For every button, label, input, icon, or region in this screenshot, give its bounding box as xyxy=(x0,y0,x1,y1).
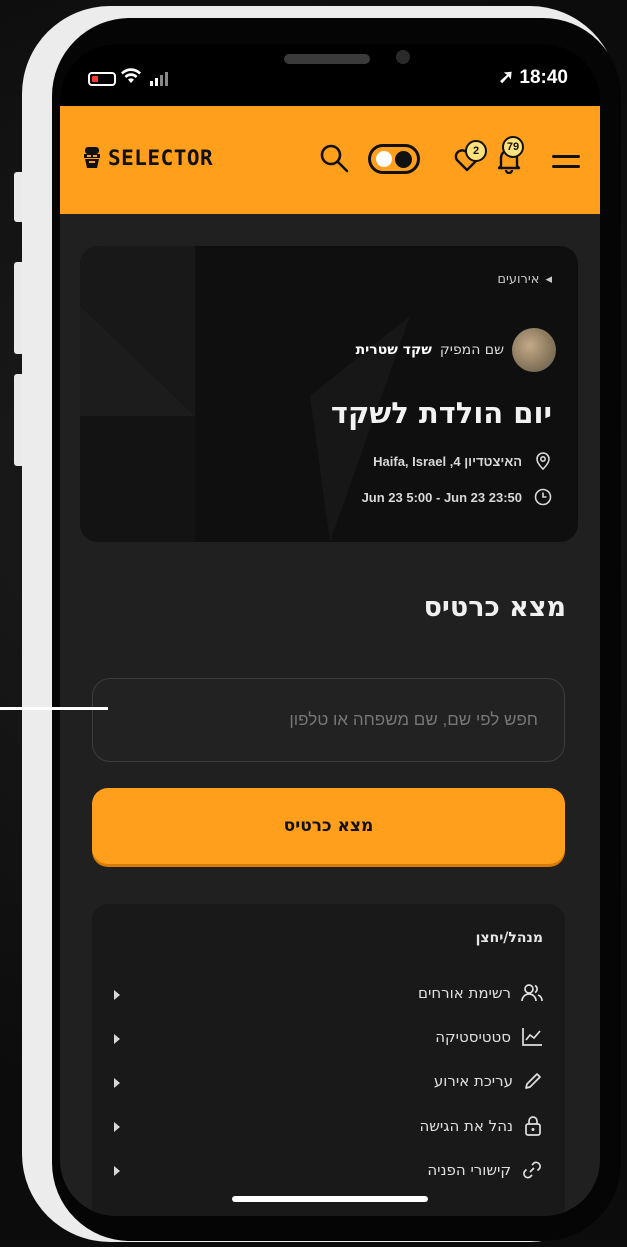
event-time-text: Jun 23 5:00 - Jun 23 23:50 xyxy=(361,489,522,505)
favorites-badge: 2 xyxy=(465,140,487,162)
toggle-knob xyxy=(395,151,412,168)
admin-item-label: רשימת אורחים xyxy=(418,984,511,1002)
notifications-badge: 79 xyxy=(502,136,524,158)
pencil-icon xyxy=(525,1073,541,1089)
avatar xyxy=(512,328,556,372)
logo-icon xyxy=(84,147,100,168)
find-ticket-button[interactable]: מצא כרטיס xyxy=(92,788,565,864)
event-title: יום הולדת לשקד xyxy=(330,396,552,430)
find-ticket-title: מצא כרטיס xyxy=(423,592,566,623)
arrow-icon xyxy=(114,1034,120,1044)
search-icon[interactable] xyxy=(318,142,350,178)
admin-item-guest-list[interactable]: רשימת אורחים xyxy=(92,978,565,1014)
location-arrow-icon: ➚ xyxy=(498,67,515,88)
producer-prefix: שם המפיק xyxy=(439,342,504,358)
breadcrumb-label: אירועים xyxy=(497,272,540,287)
logo-text: SELECTOR xyxy=(108,146,214,170)
users-icon xyxy=(521,984,543,1002)
admin-item-label: קישורי הפניה xyxy=(427,1161,511,1179)
arrow-icon xyxy=(114,1078,120,1088)
app-header: SELECTOR 2 79 xyxy=(60,106,600,214)
admin-item-label: עריכת אירוע xyxy=(433,1072,513,1090)
status-time-text: 18:40 xyxy=(519,67,568,88)
admin-item-label: נהל את הגישה xyxy=(419,1117,513,1135)
producer-name[interactable]: שקד שטרית xyxy=(356,342,432,358)
ticket-search-input[interactable] xyxy=(92,678,565,762)
battery-icon xyxy=(88,72,116,86)
callout-line xyxy=(0,707,108,710)
event-location: האיצטדיון 4, Haifa, Israel xyxy=(373,452,552,470)
admin-item-statistics[interactable]: סטטיסטיקה xyxy=(92,1022,565,1058)
home-indicator[interactable] xyxy=(232,1196,428,1202)
admin-panel: מנהל/יחצן רשימת אורחים סטטיסטיקה עריכת א… xyxy=(92,904,565,1216)
status-bar: ➚ 18:40 xyxy=(60,44,600,106)
logo[interactable]: SELECTOR xyxy=(82,146,213,170)
chart-icon xyxy=(522,1028,542,1046)
app-screen: ➚ 18:40 SELECTOR 2 79 ◂ אירועים שם המפיק… xyxy=(60,44,600,1216)
event-time: Jun 23 5:00 - Jun 23 23:50 xyxy=(362,488,552,506)
breadcrumb[interactable]: ◂ אירועים xyxy=(497,272,552,287)
status-time: ➚ 18:40 xyxy=(498,66,568,89)
location-pin-icon xyxy=(536,452,550,470)
producer-info: שם המפיק שקד שטרית xyxy=(356,328,556,372)
signal-icon xyxy=(150,72,168,86)
chevron-left-icon: ◂ xyxy=(545,272,552,287)
theme-toggle[interactable] xyxy=(368,144,420,174)
wifi-icon xyxy=(120,68,142,89)
link-icon xyxy=(523,1161,541,1179)
admin-title: מנהל/יחצן xyxy=(475,930,543,946)
admin-item-manage-access[interactable]: נהל את הגישה xyxy=(92,1110,565,1146)
speaker xyxy=(284,54,370,64)
menu-icon[interactable] xyxy=(552,154,580,173)
admin-item-label: סטטיסטיקה xyxy=(435,1028,511,1046)
event-location-text: האיצטדיון 4, Haifa, Israel xyxy=(373,453,522,469)
arrow-icon xyxy=(114,1122,120,1132)
event-card: ◂ אירועים שם המפיק שקד שטרית יום הולדת ל… xyxy=(80,246,578,542)
clock-icon xyxy=(534,488,552,506)
sun-icon xyxy=(376,151,392,167)
admin-item-referral-links[interactable]: קישורי הפניה xyxy=(92,1154,565,1190)
lock-icon xyxy=(525,1116,541,1136)
admin-item-edit-event[interactable]: עריכת אירוע xyxy=(92,1066,565,1102)
arrow-icon xyxy=(114,1166,120,1176)
camera xyxy=(396,50,410,64)
arrow-icon xyxy=(114,990,120,1000)
